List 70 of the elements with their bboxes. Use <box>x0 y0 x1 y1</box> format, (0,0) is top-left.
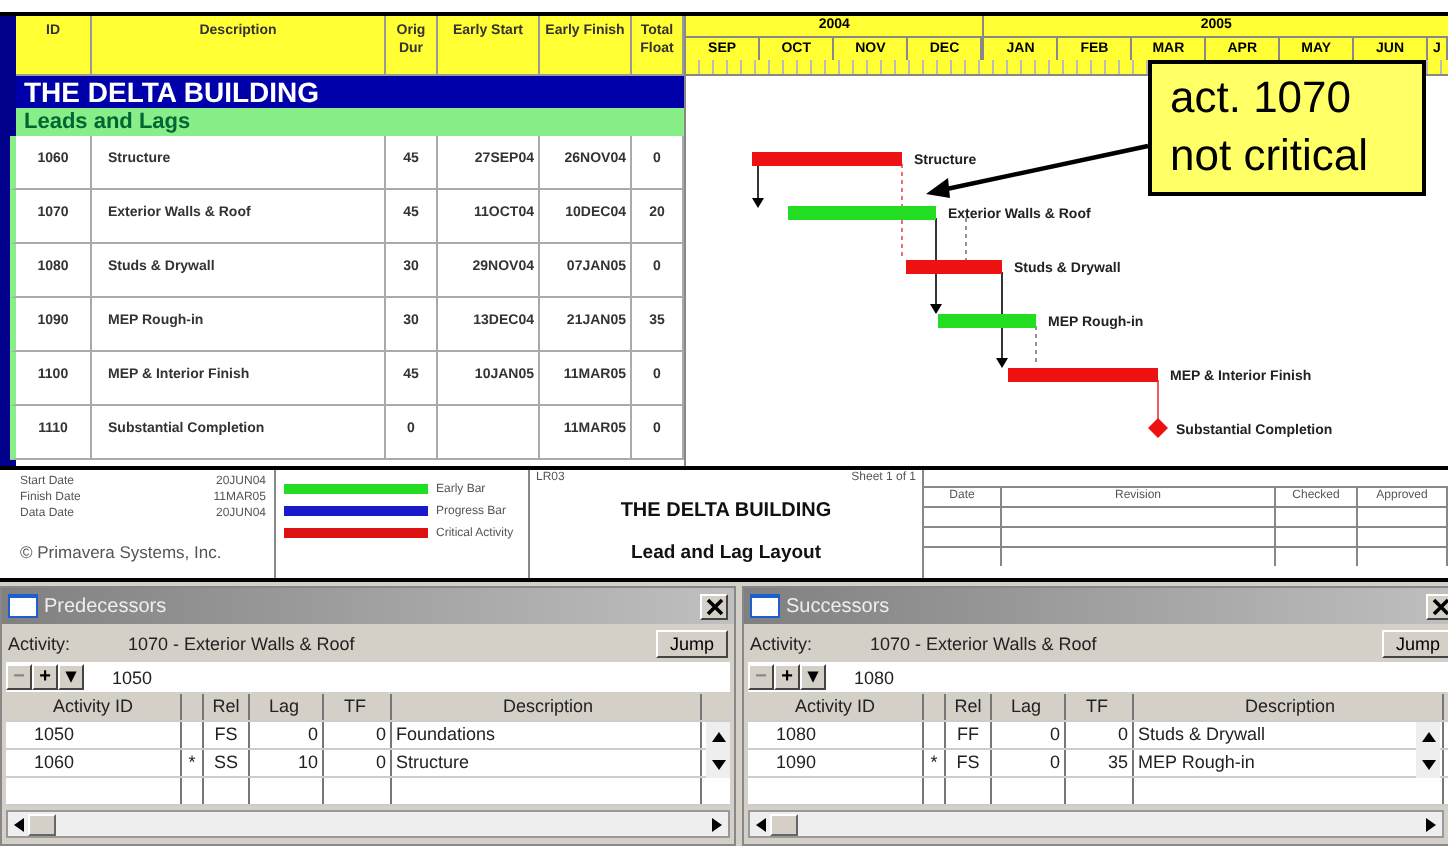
table-cell: 1090 <box>748 750 924 776</box>
column-header: Description <box>1134 694 1444 720</box>
table-cell: FF <box>946 722 992 748</box>
activity-label: Activity: <box>750 633 815 653</box>
column-header: Rel <box>946 694 992 720</box>
table-cell: SS <box>204 750 250 776</box>
copyright-text: © Primavera Systems, Inc. <box>20 542 224 562</box>
horizontal-scrollbar[interactable] <box>6 810 730 838</box>
table-cell: 0 <box>324 722 392 748</box>
vertical-scrollbar[interactable] <box>1416 722 1440 778</box>
horizontal-scrollbar[interactable] <box>748 810 1444 838</box>
scroll-right-icon[interactable] <box>1426 817 1436 831</box>
table-cell: 1060 <box>6 750 182 776</box>
table-cell: 0 <box>992 722 1066 748</box>
table-cell: 0 <box>324 750 392 776</box>
table-cell: Foundations <box>392 722 702 748</box>
table-cell: 0 <box>1066 722 1134 748</box>
activity-name: 1070 - Exterior Walls & Roof <box>870 633 1099 653</box>
close-icon <box>705 597 723 615</box>
table-cell: 35 <box>1066 750 1134 776</box>
vertical-scrollbar[interactable] <box>706 722 730 778</box>
activity-id-field[interactable]: 1080 <box>826 667 895 687</box>
column-header: Lag <box>992 694 1066 720</box>
jump-button[interactable]: Jump <box>1381 629 1448 657</box>
scroll-thumb[interactable] <box>770 813 798 835</box>
table-cell: 1050 <box>6 722 182 748</box>
table-cell: 0 <box>250 722 324 748</box>
toolbar-button[interactable]: + <box>32 664 58 690</box>
activity-label: Activity: <box>8 633 73 653</box>
activity-name: 1070 - Exterior Walls & Roof <box>128 633 357 653</box>
scroll-down-icon[interactable] <box>1421 759 1435 769</box>
table-cell: * <box>924 750 946 776</box>
column-header: Activity ID <box>748 694 924 720</box>
table-cell: FS <box>946 750 992 776</box>
scroll-up-icon[interactable] <box>711 731 725 741</box>
scroll-left-icon[interactable] <box>14 817 24 831</box>
column-header: Rel <box>204 694 250 720</box>
scroll-left-icon[interactable] <box>756 817 766 831</box>
column-header: Lag <box>250 694 324 720</box>
table-cell: 1080 <box>748 722 924 748</box>
close-button[interactable] <box>1426 593 1448 619</box>
project-name: THE DELTA BUILDING <box>618 500 834 522</box>
scroll-thumb[interactable] <box>28 813 56 835</box>
panel-title: Predecessors <box>44 595 169 617</box>
close-icon <box>1431 597 1448 615</box>
window-icon <box>750 594 780 618</box>
scroll-up-icon[interactable] <box>1421 731 1435 741</box>
close-button[interactable] <box>700 593 728 619</box>
table-cell: FS <box>204 722 250 748</box>
table-cell: * <box>182 750 204 776</box>
toolbar-button[interactable]: + <box>774 664 800 690</box>
table-cell: 0 <box>992 750 1066 776</box>
column-header: Activity ID <box>6 694 182 720</box>
column-header: TF <box>324 694 392 720</box>
panel-title: Successors <box>786 595 892 617</box>
column-header: TF <box>1066 694 1134 720</box>
callout-note: act. 1070 not critical <box>1148 60 1426 196</box>
scroll-down-icon[interactable] <box>711 759 725 769</box>
column-header: Description <box>392 694 702 720</box>
table-cell: 10 <box>250 750 324 776</box>
table-cell: Structure <box>392 750 702 776</box>
project-title: THE DELTA BUILDING <box>16 76 684 108</box>
group-title: Leads and Lags <box>16 108 684 136</box>
activity-id-field[interactable]: 1050 <box>84 667 153 687</box>
jump-button[interactable]: Jump <box>655 629 728 657</box>
scroll-right-icon[interactable] <box>712 817 722 831</box>
toolbar-button[interactable]: ▾ <box>58 664 84 690</box>
layout-name: Lead and Lag Layout <box>628 542 823 564</box>
toolbar-button[interactable]: ▾ <box>800 664 826 690</box>
window-icon <box>8 594 38 618</box>
